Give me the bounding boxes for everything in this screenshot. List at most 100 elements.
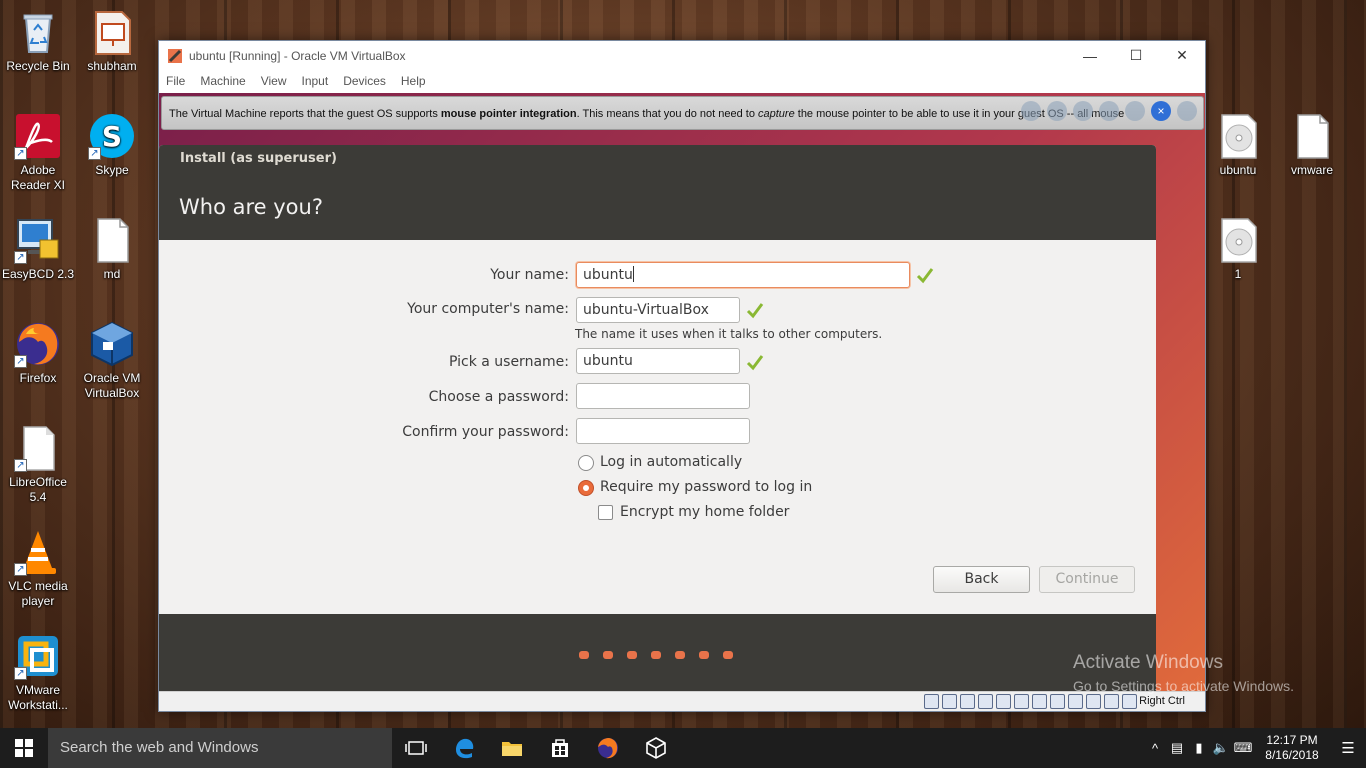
desktop-icon-label: Adobe Reader XI xyxy=(10,163,66,192)
start-button[interactable] xyxy=(0,728,48,768)
easybcd-icon: ↗ xyxy=(14,216,62,264)
firefox-icon xyxy=(598,738,618,759)
your-name-value: ubuntu xyxy=(583,267,633,283)
usb-status-icon[interactable] xyxy=(996,694,1011,709)
require-password-label[interactable]: Require my password to log in xyxy=(600,479,812,495)
shortcut-arrow-icon: ↗ xyxy=(14,563,27,576)
keyboard-icon[interactable]: ⌨ xyxy=(1232,740,1254,756)
cpu-status-icon[interactable] xyxy=(1086,694,1101,709)
shared-folders-status-icon[interactable] xyxy=(1014,694,1029,709)
your-name-check-icon xyxy=(916,268,934,284)
taskbar-edge[interactable] xyxy=(440,728,488,768)
virtualization-status-icon[interactable] xyxy=(1068,694,1083,709)
desktop-icon-libreoffice[interactable]: ↗ LibreOffice 5.4 xyxy=(1,424,75,505)
mouse-integration-icon xyxy=(1047,101,1067,121)
vm-display[interactable]: Install (as superuser) Who are you? Your… xyxy=(159,93,1205,691)
video-capture-status-icon[interactable] xyxy=(1050,694,1065,709)
page-title: Who are you? xyxy=(179,195,323,219)
svg-text:S: S xyxy=(102,120,122,153)
vlc-icon: ↗ xyxy=(14,528,62,576)
login-automatically-label[interactable]: Log in automatically xyxy=(600,454,742,470)
show-hidden-icons-chevron-icon[interactable]: ^ xyxy=(1144,741,1166,756)
shortcut-arrow-icon: ↗ xyxy=(88,147,101,160)
username-input[interactable]: ubuntu xyxy=(576,348,740,374)
battery-icon[interactable]: ▮ xyxy=(1188,740,1210,756)
keyboard-capture-status-icon[interactable] xyxy=(1122,694,1137,709)
taskbar-store[interactable] xyxy=(536,728,584,768)
continue-button[interactable]: Continue xyxy=(1039,566,1135,593)
virtualbox-icon xyxy=(88,320,136,368)
minimize-button[interactable]: — xyxy=(1067,41,1113,70)
require-password-radio[interactable] xyxy=(578,480,594,496)
volume-icon[interactable]: 🔈 xyxy=(1210,740,1232,756)
desktop-icon-label: 1 xyxy=(1234,267,1242,281)
audio-status-icon[interactable] xyxy=(960,694,975,709)
taskbar-virtualbox[interactable] xyxy=(632,728,680,768)
progress-dot xyxy=(675,651,685,659)
mouse-integration-notification: The Virtual Machine reports that the gue… xyxy=(161,96,1204,130)
watermark-subtitle: Go to Settings to activate Windows. xyxy=(1073,678,1294,694)
encrypt-home-label[interactable]: Encrypt my home folder xyxy=(620,504,789,520)
do-not-show-again-icon[interactable] xyxy=(1177,101,1197,121)
login-automatically-radio[interactable] xyxy=(578,455,594,471)
close-button[interactable]: ✕ xyxy=(1159,41,1205,70)
display-icon xyxy=(1099,101,1119,121)
desktop-icon-md[interactable]: md xyxy=(75,216,149,282)
hard-disk-status-icon[interactable] xyxy=(924,694,939,709)
action-center-icon[interactable]: ☰ xyxy=(1330,739,1366,757)
menu-file[interactable]: File xyxy=(166,74,185,88)
installer-footer xyxy=(159,614,1156,691)
desktop-icon-label: LibreOffice 5.4 xyxy=(9,475,67,504)
taskbar-firefox[interactable] xyxy=(584,728,632,768)
clock[interactable]: 12:17 PM 8/16/2018 xyxy=(1254,733,1330,763)
desktop-icon-easybcd[interactable]: ↗ EasyBCD 2.3 xyxy=(1,216,75,282)
desktop-icon-vmware-file[interactable]: vmware xyxy=(1275,112,1349,178)
file-icon xyxy=(88,216,136,264)
maximize-button[interactable]: ☐ xyxy=(1113,41,1159,70)
network-icon[interactable]: ▤ xyxy=(1166,740,1188,756)
folder-icon xyxy=(502,742,522,756)
windows-logo-icon xyxy=(15,739,33,757)
mouse-integration-status-icon[interactable] xyxy=(1104,694,1119,709)
computer-name-input[interactable]: ubuntu-VirtualBox xyxy=(576,297,740,323)
encrypt-home-checkbox[interactable] xyxy=(598,505,613,520)
notification-close-icon[interactable]: × xyxy=(1151,101,1171,121)
menu-input[interactable]: Input xyxy=(302,74,329,88)
menu-devices[interactable]: Devices xyxy=(343,74,386,88)
virtualbox-app-icon xyxy=(168,48,182,63)
computer-name-hint: The name it uses when it talks to other … xyxy=(575,327,883,341)
password-input[interactable] xyxy=(576,383,750,409)
window-titlebar[interactable]: ubuntu [Running] - Oracle VM VirtualBox … xyxy=(159,41,1205,70)
disc-image-icon xyxy=(1214,216,1262,264)
menu-help[interactable]: Help xyxy=(401,74,426,88)
menu-machine[interactable]: Machine xyxy=(200,74,245,88)
confirm-password-input[interactable] xyxy=(576,418,750,444)
your-name-input[interactable]: ubuntu xyxy=(576,262,910,288)
desktop-icon-oracle-vm[interactable]: Oracle VM VirtualBox xyxy=(75,320,149,401)
desktop-icon-skype[interactable]: S ↗ Skype xyxy=(75,112,149,178)
desktop-icon-one-iso[interactable]: 1 xyxy=(1201,216,1275,282)
desktop-icon-recycle-bin[interactable]: Recycle Bin xyxy=(1,8,75,74)
desktop-icon-ubuntu-iso[interactable]: ubuntu xyxy=(1201,112,1275,178)
progress-dot xyxy=(627,651,637,659)
shortcut-arrow-icon: ↗ xyxy=(14,147,27,160)
shortcut-arrow-icon: ↗ xyxy=(14,459,27,472)
computer-name-value: ubuntu-VirtualBox xyxy=(583,302,709,318)
taskbar-file-explorer[interactable] xyxy=(488,728,536,768)
desktop-icon-firefox[interactable]: ↗ Firefox xyxy=(1,320,75,386)
network-status-icon[interactable] xyxy=(978,694,993,709)
display-status-icon[interactable] xyxy=(1032,694,1047,709)
menu-view[interactable]: View xyxy=(261,74,287,88)
desktop-icon-adobe-reader[interactable]: ↗ Adobe Reader XI xyxy=(1,112,75,193)
task-view-button[interactable] xyxy=(392,728,440,768)
back-button[interactable]: Back xyxy=(933,566,1030,593)
notification-italic-text: capture xyxy=(758,108,795,120)
audio-icon xyxy=(1125,101,1145,121)
taskbar-search-box[interactable]: Search the web and Windows xyxy=(48,728,392,768)
desktop-icon-vmware[interactable]: ↗ VMware Workstati... xyxy=(1,632,75,713)
optical-drive-status-icon[interactable] xyxy=(942,694,957,709)
watermark-title: Activate Windows xyxy=(1073,652,1223,673)
pointer-icon xyxy=(1073,101,1093,121)
desktop-icon-vlc[interactable]: ↗ VLC media player xyxy=(1,528,75,609)
desktop-icon-shubham[interactable]: shubham xyxy=(75,8,149,74)
